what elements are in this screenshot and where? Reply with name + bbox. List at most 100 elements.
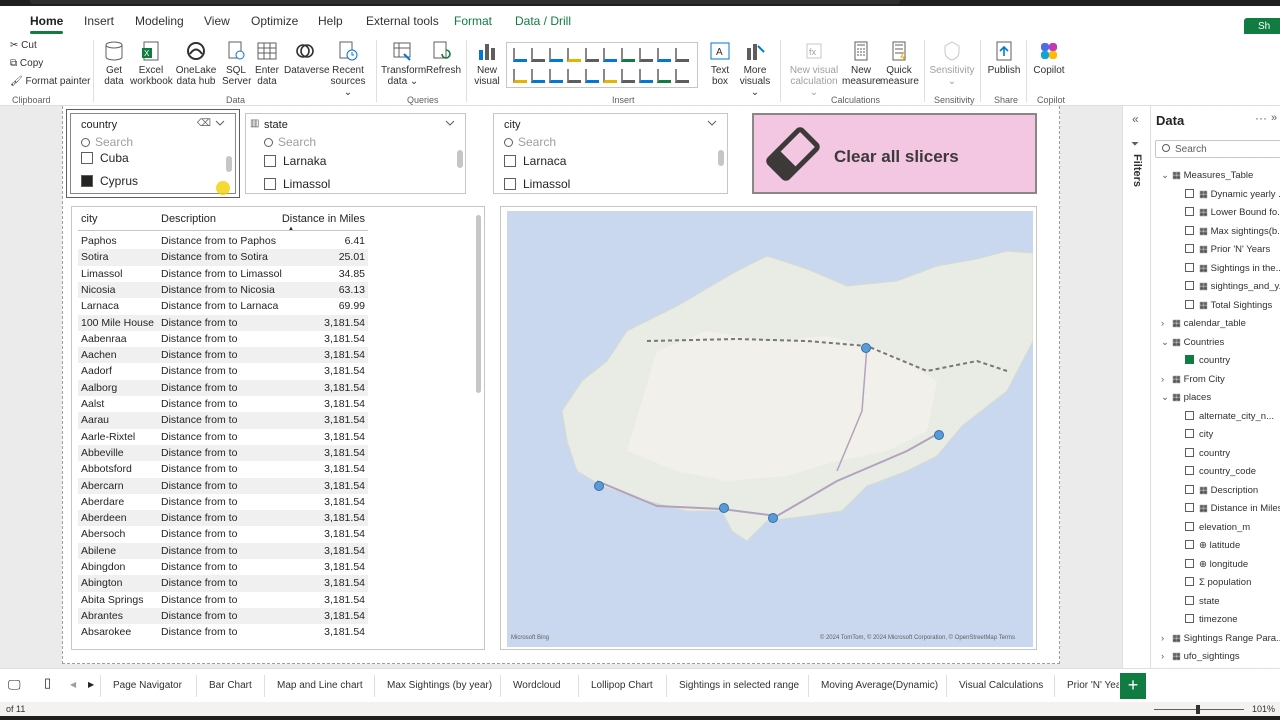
visual-type-icon[interactable] — [675, 69, 689, 83]
tab-external-tools[interactable]: External tools — [366, 14, 439, 28]
more-options-icon[interactable]: ··· — [1255, 111, 1267, 125]
sensitivity-button[interactable]: Sensitivity ⌄ — [928, 40, 976, 87]
checkbox[interactable] — [1185, 577, 1194, 586]
data-field[interactable]: alternate_city_n... — [1185, 410, 1274, 422]
table-row[interactable]: Aberdare Distance from to 3,181.54 — [78, 494, 368, 510]
table-row[interactable]: Aberdeen Distance from to 3,181.54 — [78, 510, 368, 527]
visual-type-icon[interactable] — [675, 48, 689, 62]
table-row[interactable]: Paphos Distance from to Paphos 6.41 — [78, 233, 368, 249]
visual-type-icon[interactable] — [639, 69, 653, 83]
chevron-down-icon[interactable] — [445, 118, 455, 128]
chevron-down-icon[interactable]: ⌄ — [1161, 170, 1169, 181]
excel-workbook-button[interactable]: X Excel workbook — [130, 40, 173, 87]
chevron-right-icon[interactable]: › — [1161, 633, 1169, 644]
table-row[interactable]: Abita Springs Distance from to 3,181.54 — [78, 592, 368, 608]
table-row[interactable]: Nicosia Distance from to Nicosia 63.13 — [78, 281, 368, 299]
tab-insert[interactable]: Insert — [84, 14, 114, 28]
checkbox[interactable] — [1185, 540, 1194, 549]
country-slicer[interactable]: country ⌫ Search Cuba Cyprus — [70, 113, 236, 194]
clear-all-slicers-button[interactable]: Clear all slicers — [752, 113, 1037, 194]
data-field[interactable]: ▦ Lower Bound fo... — [1185, 207, 1280, 218]
tab-modeling[interactable]: Modeling — [135, 14, 184, 28]
data-table[interactable]: ⌄ ▦ Countries — [1161, 337, 1224, 348]
visual-type-icon[interactable] — [585, 48, 599, 62]
table-scrollbar[interactable] — [476, 215, 481, 393]
table-row[interactable]: Abersoch Distance from to 3,181.54 — [78, 526, 368, 542]
table-row[interactable]: Abington Distance from to 3,181.54 — [78, 575, 368, 592]
data-field[interactable]: ▦ Prior 'N' Years — [1185, 244, 1270, 255]
page-tab[interactable]: Visual Calculations — [959, 680, 1043, 691]
table-row[interactable]: Absarokee Distance from to 3,181.54 — [78, 624, 368, 640]
checkbox[interactable] — [1185, 410, 1194, 420]
checkbox[interactable] — [81, 152, 93, 164]
eraser-icon[interactable]: ⌫ — [197, 118, 211, 129]
slicer-scrollbar[interactable] — [226, 156, 232, 172]
data-table[interactable]: ⌄ ▦ Measures_Table — [1161, 170, 1253, 181]
column-header-description[interactable]: Description — [161, 213, 216, 225]
checkbox[interactable] — [1185, 447, 1194, 457]
copy-button[interactable]: ⧉ Copy — [10, 58, 43, 69]
visual-type-icon[interactable] — [603, 69, 617, 83]
recent-sources-button[interactable]: Recent sources ⌄ — [328, 40, 368, 98]
checkbox-checked[interactable] — [81, 175, 93, 187]
page-tab[interactable]: Sightings in selected range — [679, 680, 799, 691]
checkbox[interactable] — [1185, 244, 1194, 253]
data-field[interactable]: ⊕ longitude — [1185, 558, 1248, 570]
page-tab[interactable]: Bar Chart — [209, 680, 252, 691]
data-table[interactable]: › ▦ calendar_table — [1161, 318, 1246, 329]
checkbox[interactable] — [1185, 299, 1194, 309]
data-table[interactable]: ⌄ ▦ places — [1161, 392, 1211, 403]
visual-type-icon[interactable] — [621, 48, 635, 62]
checkbox[interactable] — [264, 178, 276, 190]
data-field[interactable]: timezone — [1185, 614, 1238, 625]
slicer-option-cyprus[interactable]: Cyprus — [81, 174, 138, 188]
checkbox-checked[interactable] — [1185, 355, 1194, 364]
dataverse-button[interactable]: Dataverse — [284, 40, 330, 76]
text-box-button[interactable]: A Text box — [706, 40, 734, 87]
data-field[interactable]: ▦ sightings_and_y... — [1185, 281, 1280, 292]
table-row[interactable]: Abercarn Distance from to 3,181.54 — [78, 477, 368, 494]
zoom-level[interactable]: 101% — [1252, 704, 1275, 714]
visual-type-icon[interactable] — [513, 48, 527, 62]
data-table[interactable]: › ▦ ufo_sightings — [1161, 651, 1240, 662]
get-data-button[interactable]: Get data — [98, 40, 130, 87]
visual-type-icon[interactable] — [513, 69, 527, 83]
page-tab[interactable]: Page Navigator — [113, 680, 182, 691]
new-measure-button[interactable]: New measure — [842, 40, 881, 87]
transform-data-button[interactable]: Transform data ⌄ — [381, 40, 426, 87]
chevron-down-icon[interactable] — [707, 118, 717, 128]
visual-type-icon[interactable] — [639, 48, 653, 62]
map-canvas[interactable]: Microsoft Bing © 2024 TomTom, © 2024 Mic… — [507, 211, 1033, 647]
checkbox[interactable] — [1185, 484, 1194, 494]
visual-type-icon[interactable] — [567, 69, 581, 83]
table-row[interactable]: Aabenraa Distance from to 3,181.54 — [78, 331, 368, 347]
data-field[interactable]: ▦ Dynamic yearly ... — [1185, 188, 1280, 200]
visual-type-icon[interactable] — [603, 48, 617, 62]
table-row[interactable]: Limassol Distance from to Limassol 34.85 — [78, 266, 368, 282]
checkbox[interactable] — [1185, 262, 1194, 272]
checkbox[interactable] — [1185, 503, 1194, 512]
checkbox[interactable] — [264, 155, 276, 167]
checkbox[interactable] — [1185, 595, 1194, 605]
checkbox[interactable] — [504, 155, 516, 167]
visual-type-icon[interactable] — [549, 69, 563, 83]
enter-data-button[interactable]: Enter data — [252, 40, 282, 87]
data-field[interactable]: ▦ Description — [1185, 484, 1258, 496]
slicer-search[interactable]: Search — [504, 135, 556, 149]
table-row[interactable]: Aarle-Rixtel Distance from to 3,181.54 — [78, 429, 368, 445]
slicer-search[interactable]: Search — [81, 135, 133, 149]
checkbox[interactable] — [504, 178, 516, 190]
table-row[interactable]: Aachen Distance from to 3,181.54 — [78, 347, 368, 364]
state-slicer[interactable]: state ▥ Search Larnaka Limassol — [245, 113, 466, 194]
table-row[interactable]: Abrantes Distance from to 3,181.54 — [78, 607, 368, 625]
tab-help[interactable]: Help — [318, 14, 343, 28]
data-table[interactable]: › ▦ Sightings Range Para... — [1161, 633, 1280, 644]
expand-icon[interactable]: » — [1271, 112, 1277, 124]
page-tab[interactable]: Lollipop Chart — [591, 680, 653, 691]
visual-type-icon[interactable] — [549, 48, 563, 62]
data-field[interactable]: country_code — [1185, 466, 1256, 477]
onelake-data-hub-button[interactable]: OneLake data hub — [173, 40, 219, 87]
page-tab[interactable]: Map and Line chart — [277, 680, 363, 691]
data-field[interactable]: ▦ Sightings in the... — [1185, 262, 1280, 274]
slicer-option-cuba[interactable]: Cuba — [81, 151, 129, 165]
